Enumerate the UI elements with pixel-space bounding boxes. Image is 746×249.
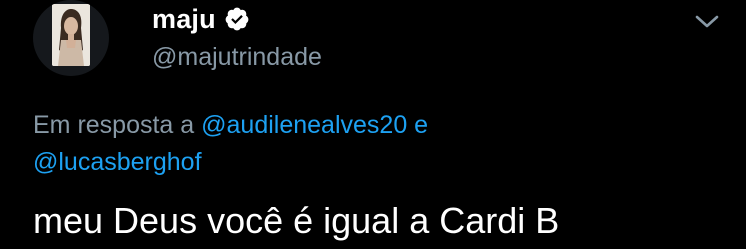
mention-link-audilenealves20[interactable]: @audilenealves20 bbox=[201, 111, 407, 139]
mention-link-lucasberghof[interactable]: @lucasberghof bbox=[33, 148, 202, 176]
avatar[interactable] bbox=[33, 0, 109, 76]
reply-prefix: Em resposta a bbox=[33, 111, 202, 139]
verified-badge-icon bbox=[224, 6, 250, 32]
reply-context: Em resposta a @audilenealves20 e @lucasb… bbox=[33, 107, 553, 181]
tweet: maju @majutrindade Em resposta a @audile… bbox=[0, 0, 746, 249]
chevron-down-icon[interactable] bbox=[693, 12, 721, 32]
portrait-image bbox=[52, 4, 90, 66]
tweet-text: meu Deus você é igual a Cardi B bbox=[33, 200, 560, 241]
profile-photo bbox=[52, 4, 90, 66]
display-name[interactable]: maju bbox=[152, 4, 216, 34]
author-handle[interactable]: @majutrindade bbox=[152, 42, 322, 72]
reply-conjunction: e bbox=[407, 111, 429, 139]
author-name-row[interactable]: maju bbox=[152, 4, 250, 34]
